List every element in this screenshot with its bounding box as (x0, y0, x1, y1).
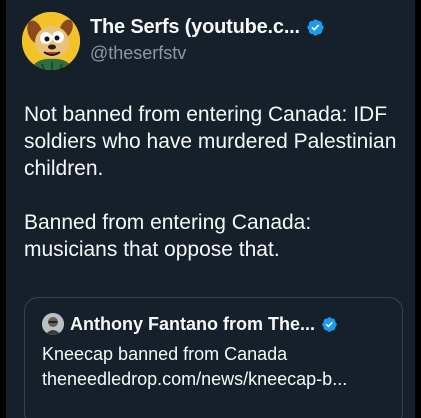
author-handle[interactable]: @theserfstv (90, 43, 186, 64)
author-display-name[interactable]: The Serfs (youtube.c... (90, 16, 300, 39)
person-avatar-icon (42, 313, 64, 335)
author-name-row[interactable]: The Serfs (youtube.c... (90, 16, 325, 39)
tweet-text: Not banned from entering Canada: IDF sol… (24, 101, 404, 263)
quoted-author-avatar (42, 313, 64, 335)
quoted-tweet-text: Kneecap banned from Canada (42, 344, 288, 364)
author-avatar[interactable] (22, 12, 80, 70)
tweet-card: The Serfs (youtube.c... @theserfstv Not … (6, 0, 415, 418)
tweet-paragraph-1: Not banned from entering Canada: IDF sol… (24, 103, 397, 180)
verified-badge-icon (322, 316, 337, 332)
tweet-paragraph-2: Banned from entering Canada: musicians t… (24, 211, 312, 261)
quoted-author-name: Anthony Fantano from The... (70, 313, 315, 334)
verified-badge-icon (307, 19, 324, 36)
quoted-author-row: Anthony Fantano from The... (42, 313, 338, 335)
quoted-tweet-link[interactable]: theneedledrop.com/news/kneecap-b... (42, 369, 347, 390)
quoted-tweet-card[interactable]: Anthony Fantano from The... Kneecap bann… (24, 297, 403, 418)
cartoon-dog-icon (22, 12, 80, 70)
